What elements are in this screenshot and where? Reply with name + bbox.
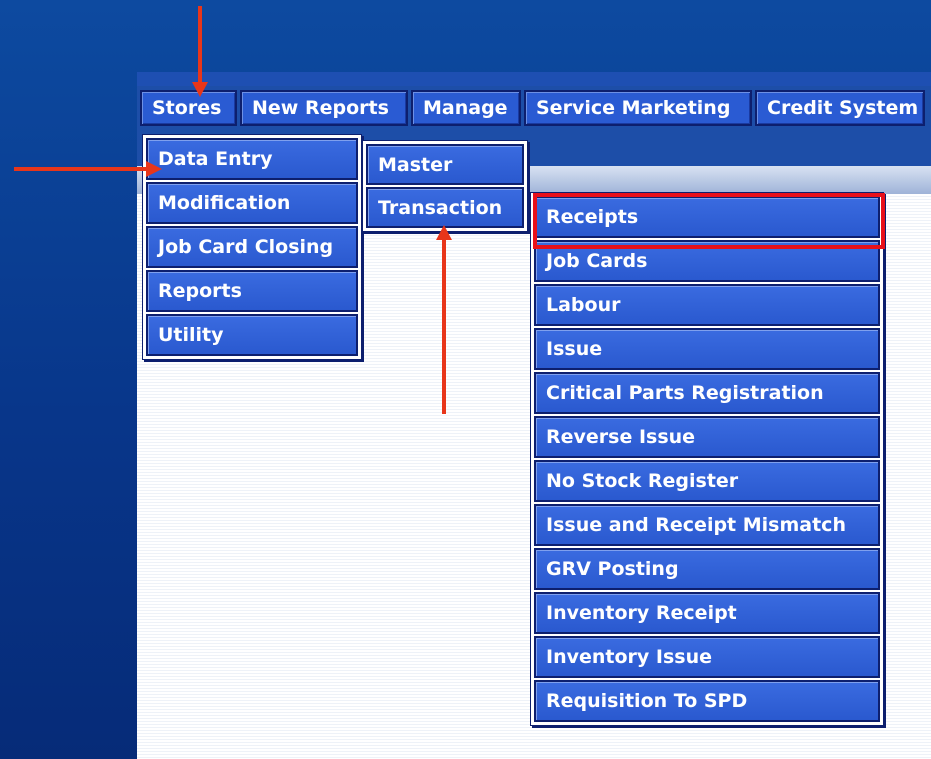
menu-stores[interactable]: Stores: [140, 90, 237, 126]
menu-item-labour[interactable]: Labour: [534, 284, 880, 326]
menu-item-critical-parts-registration[interactable]: Critical Parts Registration: [534, 372, 880, 414]
stores-dropdown: Data Entry Modification Job Card Closing…: [142, 134, 362, 360]
menu-item-requisition-to-spd[interactable]: Requisition To SPD: [534, 680, 880, 722]
menu-item-issue-and-receipt-mismatch[interactable]: Issue and Receipt Mismatch: [534, 504, 880, 546]
menu-service-marketing[interactable]: Service Marketing: [524, 90, 752, 126]
menu-manage[interactable]: Manage: [411, 90, 521, 126]
menu-item-job-card-closing[interactable]: Job Card Closing: [146, 226, 358, 268]
menu-item-receipts[interactable]: Receipts: [534, 196, 880, 238]
transaction-submenu: Receipts Job Cards Labour Issue Critical…: [530, 192, 884, 726]
menu-new-reports[interactable]: New Reports: [240, 90, 408, 126]
header-band-top: [137, 72, 931, 86]
menu-item-master[interactable]: Master: [366, 144, 524, 185]
menu-item-grv-posting[interactable]: GRV Posting: [534, 548, 880, 590]
menu-item-reports[interactable]: Reports: [146, 270, 358, 312]
data-entry-submenu: Master Transaction: [362, 140, 528, 232]
menu-item-utility[interactable]: Utility: [146, 314, 358, 356]
menu-item-inventory-receipt[interactable]: Inventory Receipt: [534, 592, 880, 634]
menu-item-job-cards[interactable]: Job Cards: [534, 240, 880, 282]
menu-item-transaction[interactable]: Transaction: [366, 187, 524, 228]
menu-item-issue[interactable]: Issue: [534, 328, 880, 370]
menu-credit-system[interactable]: Credit System: [755, 90, 925, 126]
menu-item-data-entry[interactable]: Data Entry: [146, 138, 358, 180]
menu-item-modification[interactable]: Modification: [146, 182, 358, 224]
menubar: Stores New Reports Manage Service Market…: [140, 90, 925, 130]
menu-item-no-stock-register[interactable]: No Stock Register: [534, 460, 880, 502]
menu-item-reverse-issue[interactable]: Reverse Issue: [534, 416, 880, 458]
menu-item-inventory-issue[interactable]: Inventory Issue: [534, 636, 880, 678]
